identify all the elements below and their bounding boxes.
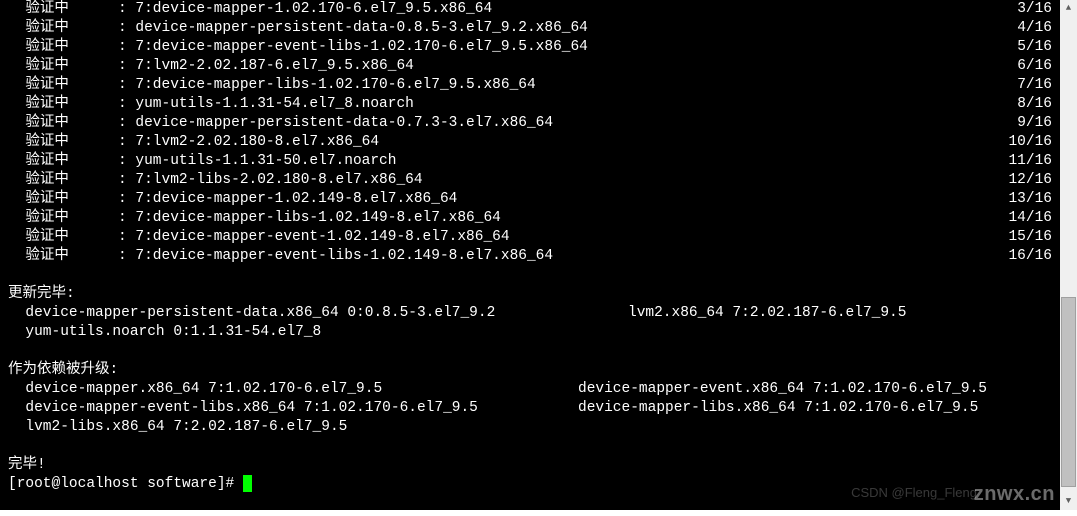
verify-package: : 7:device-mapper-libs-1.02.149-8.el7.x8… xyxy=(118,209,990,228)
scrollbar-track[interactable] xyxy=(1060,17,1077,493)
verify-label: 验证中 xyxy=(8,133,118,152)
dep-col1: lvm2-libs.x86_64 7:2.02.187-6.el7_9.5 xyxy=(8,418,578,437)
verify-count: 10/16 xyxy=(990,133,1060,152)
updated-col2: lvm2.x86_64 7:2.02.187-6.el7_9.5 xyxy=(628,304,906,323)
updated-header: 更新完毕: xyxy=(0,285,1060,304)
verify-package: : device-mapper-persistent-data-0.8.5-3.… xyxy=(118,19,990,38)
verify-line: 验证中: 7:lvm2-libs-2.02.180-8.el7.x86_6412… xyxy=(0,171,1060,190)
watermark: znwx.cn xyxy=(974,485,1055,504)
verify-line: 验证中: 7:device-mapper-libs-1.02.149-8.el7… xyxy=(0,209,1060,228)
verify-package: : yum-utils-1.1.31-50.el7.noarch xyxy=(118,152,990,171)
verify-package: : 7:lvm2-libs-2.02.180-8.el7.x86_64 xyxy=(118,171,990,190)
verify-count: 14/16 xyxy=(990,209,1060,228)
verify-label: 验证中 xyxy=(8,171,118,190)
verify-count: 8/16 xyxy=(990,95,1060,114)
verify-line: 验证中: device-mapper-persistent-data-0.7.3… xyxy=(0,114,1060,133)
verify-package: : yum-utils-1.1.31-54.el7_8.noarch xyxy=(118,95,990,114)
verify-count: 3/16 xyxy=(990,0,1060,19)
dep-row: lvm2-libs.x86_64 7:2.02.187-6.el7_9.5 xyxy=(0,418,1060,437)
prompt-text: [root@localhost software]# xyxy=(8,476,243,492)
verify-line: 验证中: 7:device-mapper-libs-1.02.170-6.el7… xyxy=(0,76,1060,95)
verify-count: 9/16 xyxy=(990,114,1060,133)
verify-label: 验证中 xyxy=(8,190,118,209)
verify-label: 验证中 xyxy=(8,114,118,133)
scroll-down-button[interactable]: ▼ xyxy=(1060,493,1077,510)
verify-line: 验证中: device-mapper-persistent-data-0.8.5… xyxy=(0,19,1060,38)
verify-line: 验证中: 7:device-mapper-event-libs-1.02.149… xyxy=(0,247,1060,266)
verify-count: 12/16 xyxy=(990,171,1060,190)
dep-col1: device-mapper.x86_64 7:1.02.170-6.el7_9.… xyxy=(8,380,578,399)
verify-package: : device-mapper-persistent-data-0.7.3-3.… xyxy=(118,114,990,133)
updated-row: device-mapper-persistent-data.x86_64 0:0… xyxy=(0,304,1060,323)
verify-count: 5/16 xyxy=(990,38,1060,57)
verify-line: 验证中: 7:lvm2-2.02.187-6.el7_9.5.x86_646/1… xyxy=(0,57,1060,76)
verify-label: 验证中 xyxy=(8,76,118,95)
verify-line: 验证中: yum-utils-1.1.31-54.el7_8.noarch8/1… xyxy=(0,95,1060,114)
verify-count: 15/16 xyxy=(990,228,1060,247)
done-text: 完毕! xyxy=(0,456,1060,475)
verify-line: 验证中: 7:device-mapper-1.02.149-8.el7.x86_… xyxy=(0,190,1060,209)
dep-col2: device-mapper-event.x86_64 7:1.02.170-6.… xyxy=(578,380,987,399)
watermark-sub: CSDN @Fleng_Fleng xyxy=(851,483,977,502)
verify-label: 验证中 xyxy=(8,0,118,19)
scrollbar-thumb[interactable] xyxy=(1061,297,1076,487)
dep-col1: device-mapper-event-libs.x86_64 7:1.02.1… xyxy=(8,399,578,418)
verify-count: 4/16 xyxy=(990,19,1060,38)
terminal-output[interactable]: 验证中: 7:device-mapper-1.02.170-6.el7_9.5.… xyxy=(0,0,1060,510)
verify-line: 验证中: 7:device-mapper-1.02.170-6.el7_9.5.… xyxy=(0,0,1060,19)
verify-line: 验证中: yum-utils-1.1.31-50.el7.noarch11/16 xyxy=(0,152,1060,171)
verify-package: : 7:device-mapper-1.02.170-6.el7_9.5.x86… xyxy=(118,0,990,19)
verify-label: 验证中 xyxy=(8,247,118,266)
verify-count: 16/16 xyxy=(990,247,1060,266)
verify-label: 验证中 xyxy=(8,95,118,114)
deps-header: 作为依赖被升级: xyxy=(0,361,1060,380)
verify-count: 6/16 xyxy=(990,57,1060,76)
verify-package: : 7:device-mapper-event-libs-1.02.149-8.… xyxy=(118,247,990,266)
verify-count: 13/16 xyxy=(990,190,1060,209)
vertical-scrollbar[interactable]: ▲ ▼ xyxy=(1060,0,1077,510)
cursor-icon xyxy=(243,475,252,492)
verify-line: 验证中: 7:lvm2-2.02.180-8.el7.x86_6410/16 xyxy=(0,133,1060,152)
dep-row: device-mapper-event-libs.x86_64 7:1.02.1… xyxy=(0,399,1060,418)
verify-count: 7/16 xyxy=(990,76,1060,95)
dep-row: device-mapper.x86_64 7:1.02.170-6.el7_9.… xyxy=(0,380,1060,399)
verify-package: : 7:device-mapper-event-libs-1.02.170-6.… xyxy=(118,38,990,57)
verify-label: 验证中 xyxy=(8,209,118,228)
updated-col1: yum-utils.noarch 0:1.1.31-54.el7_8 xyxy=(8,323,628,342)
verify-label: 验证中 xyxy=(8,152,118,171)
verify-package: : 7:lvm2-2.02.180-8.el7.x86_64 xyxy=(118,133,990,152)
bottom-strip xyxy=(0,510,1077,516)
updated-row: yum-utils.noarch 0:1.1.31-54.el7_8 xyxy=(0,323,1060,342)
verify-package: : 7:device-mapper-1.02.149-8.el7.x86_64 xyxy=(118,190,990,209)
verify-line: 验证中: 7:device-mapper-event-1.02.149-8.el… xyxy=(0,228,1060,247)
dep-col2: device-mapper-libs.x86_64 7:1.02.170-6.e… xyxy=(578,399,978,418)
verify-label: 验证中 xyxy=(8,57,118,76)
verify-package: : 7:lvm2-2.02.187-6.el7_9.5.x86_64 xyxy=(118,57,990,76)
scroll-up-button[interactable]: ▲ xyxy=(1060,0,1077,17)
verify-line: 验证中: 7:device-mapper-event-libs-1.02.170… xyxy=(0,38,1060,57)
verify-label: 验证中 xyxy=(8,38,118,57)
verify-package: : 7:device-mapper-event-1.02.149-8.el7.x… xyxy=(118,228,990,247)
verify-package: : 7:device-mapper-libs-1.02.170-6.el7_9.… xyxy=(118,76,990,95)
verify-label: 验证中 xyxy=(8,19,118,38)
verify-label: 验证中 xyxy=(8,228,118,247)
verify-count: 11/16 xyxy=(990,152,1060,171)
updated-col1: device-mapper-persistent-data.x86_64 0:0… xyxy=(8,304,628,323)
